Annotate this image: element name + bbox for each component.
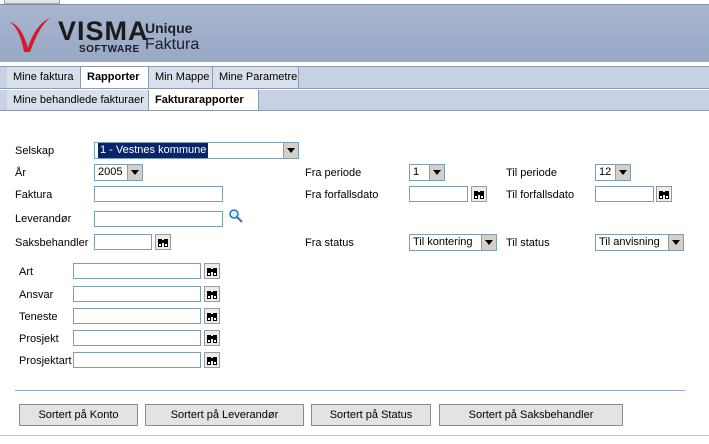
binoculars-icon[interactable] xyxy=(471,186,487,202)
fra-periode-value: 1 xyxy=(413,166,420,178)
art-input[interactable] xyxy=(73,263,201,279)
binoculars-icon[interactable] xyxy=(155,234,171,250)
binoculars-icon[interactable] xyxy=(204,263,220,279)
logo-subtext: SOFTWARE xyxy=(79,44,140,55)
sub-nav: Mine behandlede fakturaer Fakturarapport… xyxy=(0,90,709,111)
prosjektart-label: Prosjektart xyxy=(19,355,72,367)
teneste-label: Teneste xyxy=(19,311,58,323)
ar-select[interactable]: 2005 xyxy=(94,164,143,181)
binoculars-icon[interactable] xyxy=(204,308,220,324)
til-status-value: Til anvisning xyxy=(599,236,660,248)
saksbehandler-input[interactable] xyxy=(94,234,152,250)
sort-saksbehandler-button[interactable]: Sortert på Saksbehandler xyxy=(439,404,623,426)
faktura-label: Faktura xyxy=(15,189,53,201)
til-status-label: Til status xyxy=(506,237,550,249)
ansvar-input[interactable] xyxy=(73,286,201,302)
tab-rapporter[interactable]: Rapporter xyxy=(81,67,149,88)
prosjekt-label: Prosjekt xyxy=(19,333,59,345)
fra-forfallsdato-input[interactable] xyxy=(409,186,468,202)
subtab-fakturarapporter[interactable]: Fakturarapporter xyxy=(149,90,259,110)
logo-wordmark: VISMA xyxy=(58,16,149,46)
til-status-select[interactable]: Til anvisning xyxy=(595,234,684,251)
teneste-input[interactable] xyxy=(73,308,201,324)
til-periode-value: 12 xyxy=(599,166,612,178)
selskap-label: Selskap xyxy=(15,145,55,157)
tab-min-mappe[interactable]: Min Mappe xyxy=(149,67,213,88)
selskap-select[interactable]: 1 - Vestnes kommune xyxy=(94,142,299,159)
sort-konto-button[interactable]: Sortert på Konto xyxy=(19,404,138,426)
sort-leverandor-button[interactable]: Sortert på Leverandør xyxy=(145,404,304,426)
til-periode-label: Til periode xyxy=(506,167,557,179)
subtab-mine-behandlede[interactable]: Mine behandlede fakturaer xyxy=(7,90,149,110)
dropdown-arrow-icon xyxy=(668,235,683,250)
saksbehandler-label: Saksbehandler xyxy=(15,237,89,249)
app-header: VISMA SOFTWARE Unique Faktura xyxy=(0,4,709,62)
til-forfallsdato-input[interactable] xyxy=(595,186,654,202)
fra-forfallsdato-label: Fra forfallsdato xyxy=(305,189,379,201)
art-label: Art xyxy=(19,266,34,278)
section-divider xyxy=(15,390,685,391)
main-nav: Mine faktura Rapporter Min Mappe Mine Pa… xyxy=(0,66,709,89)
fra-periode-label: Fra periode xyxy=(305,167,362,179)
dropdown-arrow-icon xyxy=(481,235,496,250)
ar-label: År xyxy=(15,167,26,179)
fra-status-label: Fra status xyxy=(305,237,354,249)
fra-periode-select[interactable]: 1 xyxy=(409,164,445,181)
til-forfallsdato-label: Til forfallsdato xyxy=(506,189,575,201)
til-periode-select[interactable]: 12 xyxy=(595,164,631,181)
ar-value: 2005 xyxy=(98,166,123,178)
ansvar-label: Ansvar xyxy=(19,289,54,301)
binoculars-icon[interactable] xyxy=(204,352,220,368)
dropdown-arrow-icon xyxy=(429,165,444,180)
visma-swoosh-icon xyxy=(10,18,50,52)
tab-mine-faktura[interactable]: Mine faktura xyxy=(7,67,81,88)
selskap-value: 1 - Vestnes kommune xyxy=(98,143,209,158)
binoculars-icon[interactable] xyxy=(204,330,220,346)
app-title-line2: Faktura xyxy=(145,36,200,53)
leverandor-label: Leverandør xyxy=(15,213,72,225)
sort-status-button[interactable]: Sortert på Status xyxy=(311,404,431,426)
leverandor-input[interactable] xyxy=(94,211,223,227)
binoculars-icon[interactable] xyxy=(656,186,672,202)
app-title-line1: Unique xyxy=(145,20,193,36)
dropdown-arrow-icon xyxy=(615,165,630,180)
dropdown-arrow-icon xyxy=(283,143,298,158)
fra-status-value: Til kontering xyxy=(413,236,473,248)
prosjektart-input[interactable] xyxy=(73,352,201,368)
tab-mine-parametre[interactable]: Mine Parametre xyxy=(213,67,299,88)
magnifier-icon[interactable] xyxy=(228,208,244,224)
visma-logo: VISMA SOFTWARE xyxy=(8,14,148,60)
faktura-input[interactable] xyxy=(94,186,223,202)
dropdown-arrow-icon xyxy=(127,165,142,180)
binoculars-icon[interactable] xyxy=(204,286,220,302)
prosjekt-input[interactable] xyxy=(73,330,201,346)
fra-status-select[interactable]: Til kontering xyxy=(409,234,497,251)
